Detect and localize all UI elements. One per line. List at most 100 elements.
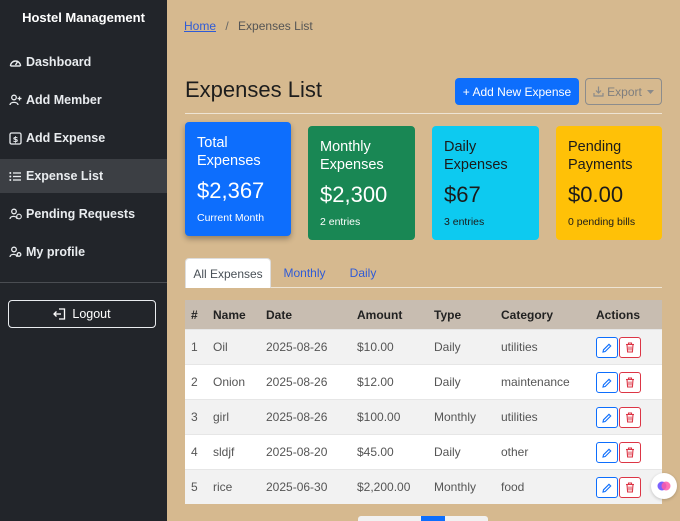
logout-label: Logout [72,307,111,321]
edit-button[interactable] [596,337,618,358]
cell-date: 2025-08-26 [266,340,328,354]
cell-name: Oil [213,340,228,354]
sidebar-item-dashboard[interactable]: Dashboard [0,45,167,79]
delete-button[interactable] [619,372,641,393]
daily-expenses-card: Daily Expenses $67 3 entries [432,126,539,240]
sidebar-item-label: Dashboard [26,55,92,69]
table-row: 4 sldjf 2025-08-20 $45.00 Daily other [185,434,662,469]
sidebar-item-add-member[interactable]: Add Member [0,83,167,117]
sidebar-item-pending-requests[interactable]: Pending Requests [0,197,167,231]
download-icon [593,86,604,97]
sidebar-divider [0,282,167,283]
sidebar-item-label: My profile [26,245,86,259]
tab-all-expenses[interactable]: All Expenses [185,258,271,288]
delete-button[interactable] [619,442,641,463]
cell-name: girl [213,410,230,424]
cell-date: 2025-08-26 [266,410,328,424]
trash-icon [625,412,635,423]
title-divider [185,113,662,114]
sidebar-item-label: Pending Requests [26,207,136,221]
card-title: Total Expenses [197,135,261,169]
card-subtitle: 2 entries [320,216,361,228]
col-header-actions: Actions [596,307,641,322]
card-value: $0.00 [568,182,624,207]
pagination-current-page[interactable] [421,516,445,521]
cell-type: Daily [434,445,461,459]
caret-down-icon [646,89,654,94]
cell-amount: $45.00 [357,445,394,459]
col-header-category: Category [501,307,554,322]
assistant-icon[interactable] [651,473,677,499]
breadcrumb-current: Expenses List [238,19,313,33]
breadcrumb: Home / Expenses List [184,19,313,33]
logout-button[interactable]: Logout [8,300,156,328]
edit-button[interactable] [596,477,618,498]
cell-number: 5 [191,480,198,494]
card-value: $2,367 [197,178,265,203]
pencil-icon [602,378,612,388]
cell-date: 2025-08-26 [266,375,328,389]
export-label: Export [607,84,642,99]
tab-daily[interactable]: Daily [340,258,386,288]
card-subtitle: 0 pending bills [568,216,636,228]
cell-type: Monthly [434,410,477,424]
export-button[interactable]: Export [585,78,662,105]
cell-category: other [501,445,529,459]
cell-amount: $2,200.00 [357,480,411,494]
sidebar-item-add-expense[interactable]: $ Add Expense [0,121,167,155]
edit-button[interactable] [596,442,618,463]
breadcrumb-home-link[interactable]: Home [184,19,216,33]
edit-button[interactable] [596,407,618,428]
card-title: Monthly Expenses [320,139,384,173]
table-header: # Name Date Amount Type Category Actions [185,300,662,329]
tab-monthly[interactable]: Monthly [276,258,333,288]
pencil-icon [602,483,612,493]
card-value: $2,300 [320,182,388,207]
trash-icon [625,482,635,493]
pending-payments-card: Pending Payments $0.00 0 pending bills [556,126,662,240]
expenses-table: # Name Date Amount Type Category Actions… [185,300,662,504]
delete-button[interactable] [619,477,641,498]
col-header-number: # [191,307,198,322]
table-row: 5 rice 2025-06-30 $2,200.00 Monthly food [185,469,662,504]
total-expenses-card: Total Expenses $2,367 Current Month [185,122,291,236]
sidebar-item-label: Expense List [26,169,104,183]
table-row: 2 Onion 2025-08-26 $12.00 Daily maintenance [185,364,662,399]
delete-button[interactable] [619,337,641,358]
cell-amount: $10.00 [357,340,394,354]
sidebar-item-my-profile[interactable]: My profile [0,235,167,269]
user-clock-icon [8,207,22,221]
add-expense-button[interactable]: + Add New Expense [455,78,579,105]
sidebar: Hostel Management Dashboard Add Member $… [0,0,167,521]
cell-type: Daily [434,340,461,354]
cell-name: rice [213,480,233,494]
pencil-icon [602,413,612,423]
cell-number: 3 [191,410,198,424]
card-value: $67 [444,182,481,207]
trash-icon [625,342,635,353]
card-title: Pending Payments [568,139,633,173]
cell-date: 2025-08-20 [266,445,328,459]
sidebar-item-label: Add Expense [26,131,106,145]
cell-category: maintenance [501,375,570,389]
cell-date: 2025-06-30 [266,480,328,494]
trash-icon [625,377,635,388]
delete-button[interactable] [619,407,641,428]
user-gear-icon [8,245,22,259]
pencil-icon [602,448,612,458]
logout-icon [53,308,66,320]
col-header-date: Date [266,307,293,322]
user-plus-icon [8,93,22,107]
cell-number: 2 [191,375,198,389]
sidebar-item-expense-list[interactable]: Expense List [0,159,167,193]
receipt-icon: $ [8,131,22,145]
col-header-type: Type [434,307,462,322]
col-header-amount: Amount [357,307,403,322]
table-row: 3 girl 2025-08-26 $100.00 Monthly utilities [185,399,662,434]
card-subtitle: Current Month [197,212,265,224]
edit-button[interactable] [596,372,618,393]
col-header-name: Name [213,307,246,322]
cell-amount: $100.00 [357,410,401,424]
sidebar-item-label: Add Member [26,93,102,107]
pagination [358,516,488,521]
